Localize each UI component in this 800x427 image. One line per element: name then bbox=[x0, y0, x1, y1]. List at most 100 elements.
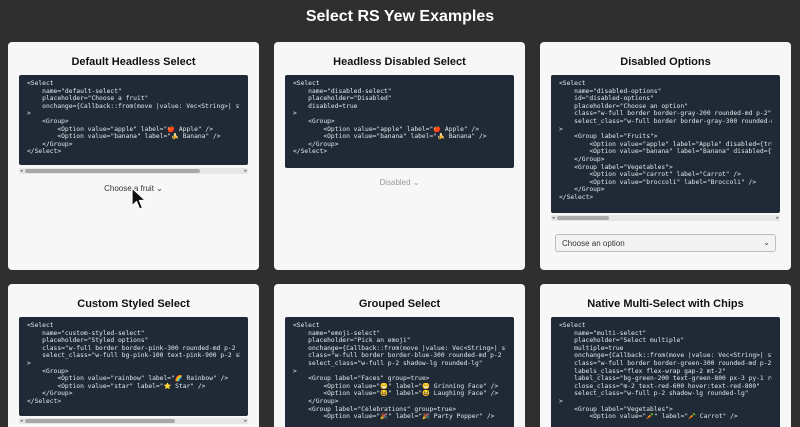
card-title: Grouped Select bbox=[358, 298, 441, 310]
code-line: <Option value="banana" label="🍌 Banana" … bbox=[27, 133, 221, 141]
code-line: <Group label="Faces" group=true> bbox=[293, 375, 430, 383]
card-default-headless-select: Default Headless Select <Select name="de… bbox=[8, 42, 259, 270]
code-line: > bbox=[27, 359, 31, 367]
select-placeholder: Disabled bbox=[379, 178, 411, 187]
code-block: <Select name="disabled-select" placehold… bbox=[285, 75, 514, 168]
scroll-left-icon[interactable]: ◂ bbox=[20, 418, 23, 424]
scrollbar-thumb[interactable] bbox=[25, 169, 200, 173]
card-native-multi-select-with-chips: Native Multi-Select with Chips <Select n… bbox=[540, 284, 791, 427]
code-line: onchange={Callback::from(move |value: Ve… bbox=[308, 344, 506, 352]
card-title: Custom Styled Select bbox=[77, 298, 190, 310]
card-disabled-options: Disabled Options <Select name="disabled-… bbox=[540, 42, 791, 270]
code-line: label_class="bg-green-200 text-green-800… bbox=[574, 375, 772, 383]
scroll-right-icon[interactable]: ▸ bbox=[244, 418, 247, 424]
code-block: <Select name="multi-select" placeholder=… bbox=[551, 317, 780, 427]
code-line: placeholder="Choose an option" bbox=[559, 102, 688, 110]
code-line: placeholder="Pick an emoji" bbox=[293, 337, 411, 345]
mouse-cursor-icon bbox=[131, 187, 147, 210]
code-line: <Select bbox=[559, 322, 586, 329]
code-line: <Select bbox=[27, 322, 54, 329]
code-line: select_class="w-full p-2 shadow-lg round… bbox=[293, 359, 483, 367]
code-line: <Option value="apple" label="Apple" disa… bbox=[559, 140, 772, 148]
code-line: </Group> bbox=[293, 140, 339, 148]
code-line: </Group> bbox=[559, 186, 605, 194]
code-line: <Option value="😆" label="😆 Laughing Face… bbox=[293, 390, 499, 398]
code-line: name="emoji-select" bbox=[293, 329, 381, 337]
code-line: name="custom-styled-select" bbox=[27, 329, 145, 337]
horizontal-scrollbar[interactable]: ◂ ▸ bbox=[19, 168, 248, 174]
code-line: <Option value="apple" label="🍎 Apple" /> bbox=[293, 125, 480, 133]
code-line: class="w-full border border-blue-300 rou… bbox=[308, 352, 506, 360]
code-line: name="multi-select" bbox=[559, 329, 647, 337]
scroll-left-icon[interactable]: ◂ bbox=[20, 168, 23, 174]
card-grouped-select: Grouped Select <Select name="emoji-selec… bbox=[274, 284, 525, 427]
code-line: </Group> bbox=[559, 155, 605, 163]
code-line: > bbox=[293, 367, 297, 375]
code-line: <Option value="banana" label="🍌 Banana" … bbox=[293, 133, 487, 141]
code-block: <Select name="default-select" placeholde… bbox=[19, 75, 248, 165]
code-line: <Option value="broccoli" label="Broccoli… bbox=[559, 178, 757, 186]
code-line: select_class="w-full bg-pink-100 text-pi… bbox=[42, 352, 240, 360]
code-line: </Group> bbox=[27, 140, 73, 148]
code-line: onchange={Callback::from(move |value: Ve… bbox=[574, 352, 772, 360]
card-title: Headless Disabled Select bbox=[333, 56, 466, 68]
code-line: <Option value="star" label="⭐ Star" /> bbox=[27, 382, 206, 390]
code-line: class="w-full border border-pink-300 rou… bbox=[42, 344, 240, 352]
code-line: select_class="w-full border border-gray-… bbox=[574, 117, 772, 125]
code-line: </Group> bbox=[293, 397, 339, 405]
code-line: close_class="m-2 text-red-600 hover:text… bbox=[559, 382, 760, 390]
code-line: <Group label="Vegetables"> bbox=[559, 405, 673, 413]
code-line: <Select bbox=[27, 80, 54, 87]
code-line: <Option value="🎉" label="🎉 Party Popper"… bbox=[293, 413, 495, 421]
code-line: <Select bbox=[559, 80, 586, 87]
chevron-down-icon: ⌄ bbox=[412, 178, 420, 187]
code-block: <Select name="custom-styled-select" plac… bbox=[19, 317, 248, 416]
chevron-down-icon: ⌄ bbox=[156, 184, 163, 193]
code-line: onchange={Callback::from(move |value: Ve… bbox=[42, 102, 240, 110]
scroll-right-icon[interactable]: ▸ bbox=[244, 168, 247, 174]
scrollbar-thumb[interactable] bbox=[557, 216, 609, 220]
scroll-right-icon[interactable]: ▸ bbox=[776, 215, 779, 221]
code-line: <Option value="banana" label="Banana" di… bbox=[589, 148, 772, 156]
code-line: class="w-full border border-green-300 ro… bbox=[574, 359, 772, 367]
code-line: > bbox=[559, 397, 563, 405]
code-line: name="default-select" bbox=[27, 87, 122, 95]
horizontal-scrollbar[interactable]: ◂ ▸ bbox=[551, 215, 780, 221]
scrollbar-thumb[interactable] bbox=[25, 419, 175, 423]
code-line: placeholder="Choose a fruit" bbox=[27, 95, 149, 103]
code-line: </Select> bbox=[293, 148, 328, 156]
code-line: labels_class="flex flex-wrap gap-2 mt-2" bbox=[559, 367, 726, 375]
card-title: Default Headless Select bbox=[71, 56, 196, 68]
card-title: Disabled Options bbox=[620, 56, 711, 68]
code-line: </Group> bbox=[27, 390, 73, 398]
code-line: </Select> bbox=[559, 193, 594, 201]
disabled-options-select[interactable]: Choose an option ⌄ bbox=[555, 234, 776, 252]
code-line: name="disabled-options" bbox=[559, 87, 662, 95]
code-line: <Option value="🥕" label="🥕 Carrot" /> bbox=[559, 413, 738, 421]
code-line: class="w-full border border-gray-200 rou… bbox=[559, 110, 772, 118]
code-line: <Select bbox=[293, 322, 320, 329]
code-line: id="disabled-options" bbox=[559, 95, 654, 103]
code-line: <Group> bbox=[27, 117, 69, 125]
chevron-down-icon: ⌄ bbox=[763, 238, 770, 247]
code-line: disabled=true bbox=[293, 102, 358, 110]
code-line: select_class="w-full p-2 shadow-lg round… bbox=[559, 390, 749, 398]
code-line: placeholder="Select multiple" bbox=[559, 337, 685, 345]
code-line: <Group> bbox=[293, 117, 335, 125]
code-line: name="disabled-select" bbox=[293, 87, 392, 95]
code-line: > bbox=[27, 110, 31, 118]
code-block: <Select name="disabled-options" id="disa… bbox=[551, 75, 780, 213]
code-line: placeholder="Styled options" bbox=[27, 337, 149, 345]
code-line: <Option value="carrot" label="Carrot" /> bbox=[559, 171, 741, 179]
code-line: > bbox=[293, 110, 297, 118]
code-line: > bbox=[559, 125, 563, 133]
code-line: </Select> bbox=[27, 148, 62, 156]
code-line: <Option value="😁" label="😁 Grinning Face… bbox=[293, 382, 499, 390]
card-title: Native Multi-Select with Chips bbox=[587, 298, 744, 310]
scroll-left-icon[interactable]: ◂ bbox=[552, 215, 555, 221]
code-block: <Select name="emoji-select" placeholder=… bbox=[285, 317, 514, 427]
code-line: <Group label="Fruits"> bbox=[559, 133, 658, 141]
code-line: <Group label="Celebrations" group=true> bbox=[293, 405, 457, 413]
horizontal-scrollbar[interactable]: ◂ ▸ bbox=[19, 418, 248, 424]
code-line: placeholder="Disabled" bbox=[293, 95, 392, 103]
